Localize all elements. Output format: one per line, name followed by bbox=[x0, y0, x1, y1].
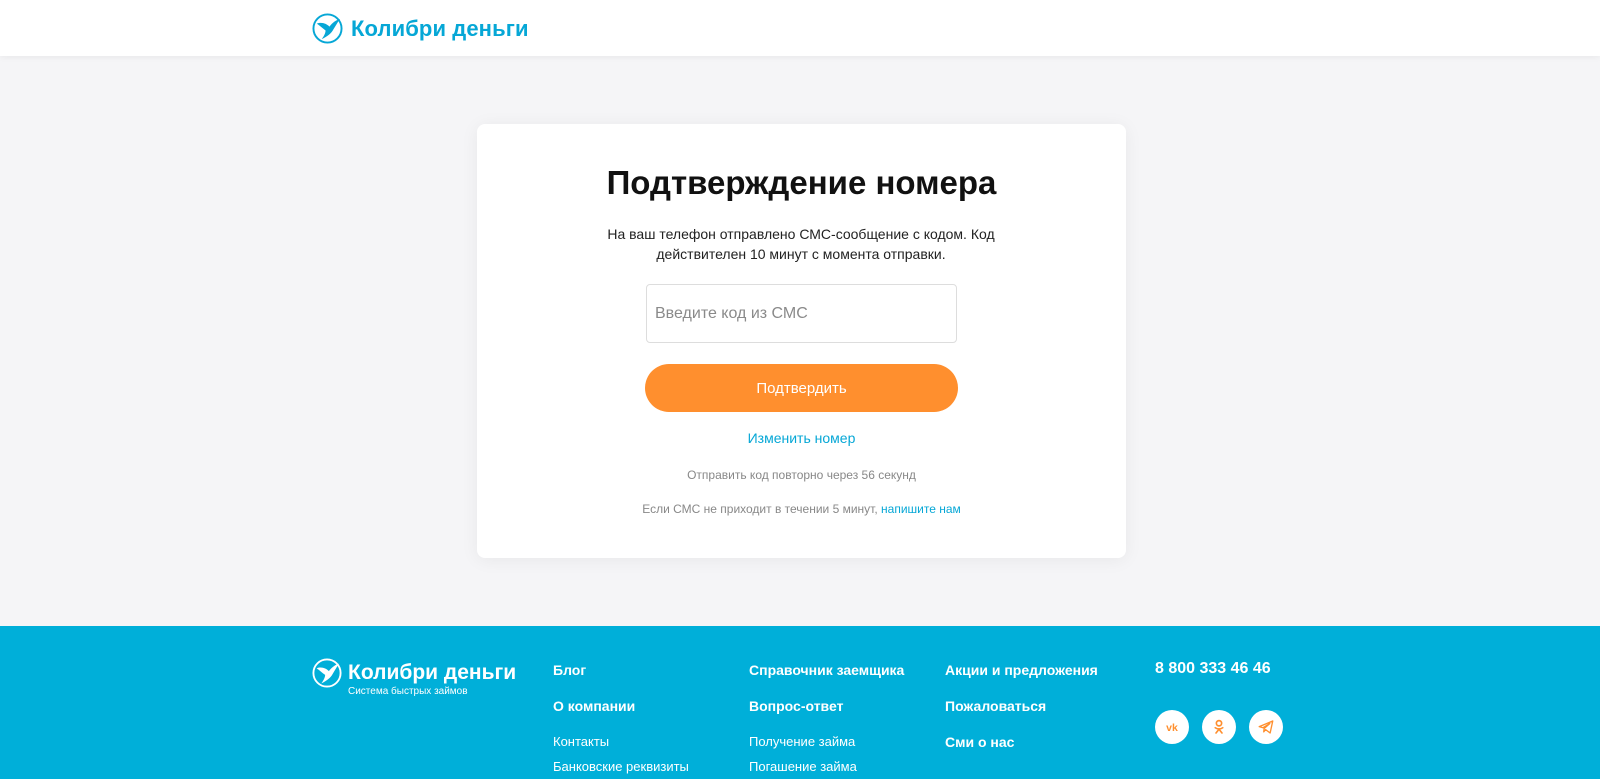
site-header: Колибри деньги bbox=[0, 0, 1600, 56]
footer-logo[interactable]: Колибри деньги Система быстрых займов bbox=[312, 658, 517, 697]
sms-code-input[interactable] bbox=[646, 284, 957, 343]
footer-link-bank-details[interactable]: Банковские реквизиты bbox=[553, 759, 689, 774]
confirm-button[interactable]: Подтвердить bbox=[645, 364, 958, 412]
svg-text:vk: vk bbox=[1166, 722, 1178, 734]
site-footer: Колибри деньги Система быстрых займов Бл… bbox=[0, 626, 1600, 779]
help-note: Если СМС не приходит в течении 5 минут, … bbox=[477, 502, 1126, 516]
hummingbird-logo-icon bbox=[312, 658, 342, 688]
footer-column-2: Справочник заемщика Вопрос-ответ Получен… bbox=[749, 662, 904, 779]
telegram-icon[interactable] bbox=[1249, 710, 1283, 744]
footer-column-1: Блог О компании Контакты Банковские рекв… bbox=[553, 662, 689, 779]
footer-link-about[interactable]: О компании bbox=[553, 698, 689, 714]
footer-column-3: Акции и предложения Пожаловаться Сми о н… bbox=[945, 662, 1098, 770]
change-number-link[interactable]: Изменить номер bbox=[477, 430, 1126, 446]
verification-description: На ваш телефон отправлено СМС-сообщение … bbox=[607, 226, 995, 262]
footer-link-faq[interactable]: Вопрос-ответ bbox=[749, 698, 904, 714]
footer-link-contacts[interactable]: Контакты bbox=[553, 734, 689, 749]
footer-link-blog[interactable]: Блог bbox=[553, 662, 689, 678]
odnoklassniki-icon[interactable] bbox=[1202, 710, 1236, 744]
vk-icon[interactable]: vk bbox=[1155, 710, 1189, 744]
footer-brand-name: Колибри деньги bbox=[348, 661, 517, 684]
footer-link-repay-loan[interactable]: Погашение займа bbox=[749, 759, 904, 774]
social-links: vk bbox=[1155, 710, 1283, 744]
hummingbird-logo-icon bbox=[312, 13, 343, 44]
resend-countdown: Отправить код повторно через 56 секунд bbox=[687, 468, 916, 482]
page-title: Подтверждение номера bbox=[606, 164, 997, 201]
footer-link-complaint[interactable]: Пожаловаться bbox=[945, 698, 1098, 714]
footer-link-promotions[interactable]: Акции и предложения bbox=[945, 662, 1098, 678]
footer-tagline: Система быстрых займов bbox=[348, 686, 468, 697]
contact-us-link[interactable]: напишите нам bbox=[881, 502, 961, 516]
footer-link-get-loan[interactable]: Получение займа bbox=[749, 734, 904, 749]
header-logo[interactable]: Колибри деньги bbox=[312, 13, 529, 44]
verification-card: Подтверждение номера На ваш телефон отпр… bbox=[477, 124, 1126, 558]
brand-name: Колибри деньги bbox=[351, 15, 529, 41]
help-text: Если СМС не приходит в течении 5 минут, bbox=[642, 502, 878, 516]
footer-link-borrower-guide[interactable]: Справочник заемщика bbox=[749, 662, 904, 678]
footer-link-media[interactable]: Сми о нас bbox=[945, 734, 1098, 750]
footer-phone[interactable]: 8 800 333 46 46 bbox=[1155, 660, 1271, 678]
